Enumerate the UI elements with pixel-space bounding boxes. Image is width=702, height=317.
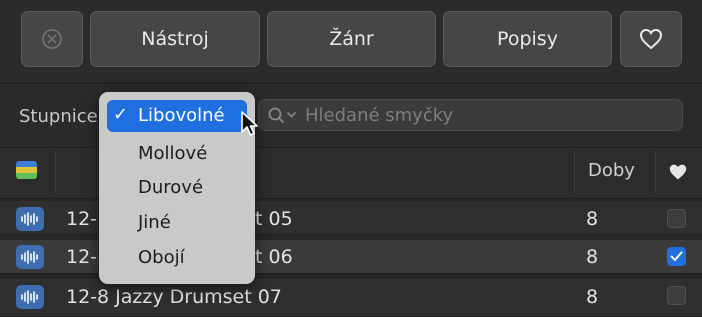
x-circle-icon (42, 29, 62, 49)
loop-beats: 8 (586, 246, 599, 268)
search-placeholder: Hledané smyčky (305, 105, 454, 126)
magnifier-icon (268, 107, 296, 123)
column-separator (55, 151, 56, 193)
favorite-checkbox[interactable] (667, 209, 686, 228)
checkmark-icon (670, 251, 683, 261)
table-row[interactable]: 12-8 Jazzy Drumset 07 8 (0, 279, 702, 317)
clear-filters-button[interactable] (21, 11, 83, 67)
loop-beats: 8 (586, 286, 599, 308)
scale-option-minor[interactable]: Mollové (99, 138, 255, 170)
option-label: Libovolné (138, 105, 225, 126)
option-label: Obojí (138, 247, 185, 268)
option-label: Jiné (138, 212, 171, 233)
loop-name: 12-8 Jazzy Drumset 07 (66, 286, 282, 308)
column-separator (655, 151, 656, 193)
scale-label: Stupnice (19, 106, 98, 127)
waveform-icon (16, 207, 44, 231)
loop-name-suffix: t 05 (255, 208, 293, 230)
column-separator (574, 151, 575, 193)
scale-option-any[interactable]: ✓ Libovolné (107, 100, 247, 132)
instrument-button[interactable]: Nástroj (90, 11, 260, 67)
loop-name-suffix: t 06 (255, 246, 293, 268)
loop-beats: 8 (586, 208, 599, 230)
scale-option-major[interactable]: Durové (99, 172, 255, 204)
favorites-button[interactable] (620, 11, 682, 67)
genre-button[interactable]: Žánr (267, 11, 436, 67)
waveform-icon (16, 245, 44, 269)
waveform-icon (16, 285, 44, 309)
descriptors-button[interactable]: Popisy (443, 11, 612, 67)
option-label: Mollové (138, 143, 208, 164)
checkmark-icon: ✓ (113, 104, 129, 125)
option-label: Durové (138, 177, 204, 198)
loop-name-prefix: 12- (66, 208, 98, 230)
heart-icon (639, 28, 663, 50)
loop-name-prefix: 12- (66, 246, 98, 268)
favorite-checkbox[interactable] (667, 286, 686, 305)
scale-option-other[interactable]: Jiné (99, 207, 255, 239)
color-swatch-icon (16, 161, 37, 179)
column-header-beats[interactable]: Doby (588, 160, 635, 181)
favorite-checkbox[interactable] (667, 247, 686, 266)
heart-icon[interactable] (668, 163, 688, 181)
mouse-pointer-icon (241, 111, 258, 136)
scale-option-both[interactable]: Obojí (99, 242, 255, 274)
scale-dropdown-menu: ✓ Libovolné Mollové Durové Jiné Obojí (99, 92, 255, 284)
search-field[interactable]: Hledané smyčky (258, 99, 683, 131)
